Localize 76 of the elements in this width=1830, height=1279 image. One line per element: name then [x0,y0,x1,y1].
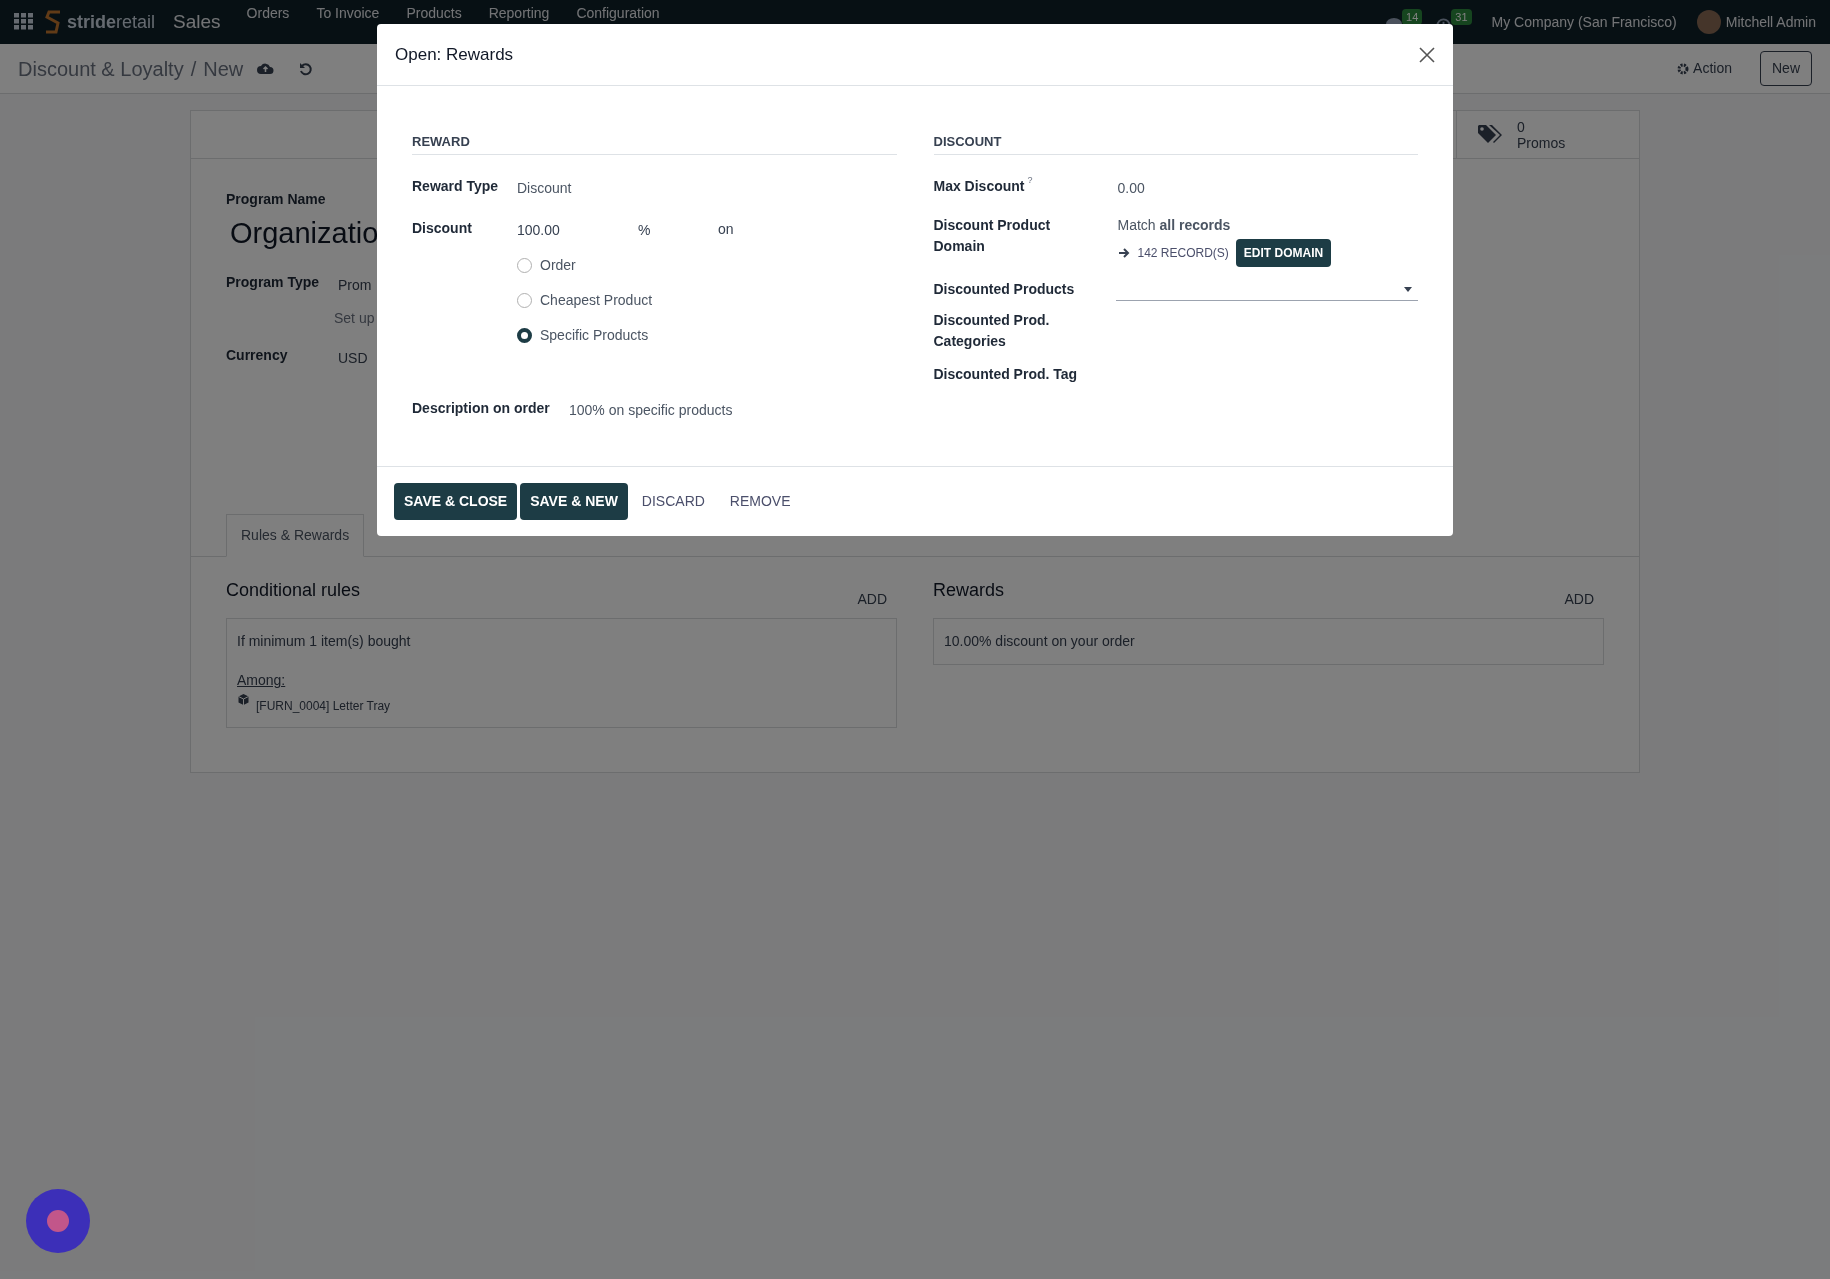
field-label: on [718,219,734,239]
tab[interactable]: Rules & Rewards [226,514,365,557]
radio-button[interactable] [517,257,532,273]
help-mark[interactable]: ? [1027,173,1033,187]
breadcrumb-current: New [203,56,244,82]
close-icon[interactable] [1419,46,1435,63]
cloud-upload-icon[interactable] [257,62,275,75]
field-label: Discounted Prod. Tag [933,364,1079,384]
gear-icon [1677,62,1690,75]
unit-label[interactable]: % [638,219,718,241]
tags-icon [1477,123,1503,146]
menu-item[interactable]: Products [406,5,462,21]
domain-summary: Match all records [1117,215,1232,235]
field-value: USD [338,348,368,368]
reward-card[interactable]: 10.00% discount on your order [933,618,1604,665]
notification-badge: 31 [1451,8,1472,26]
section-heading: REWARD [412,132,897,155]
radio-label[interactable]: Specific Products [540,324,649,346]
promos-stat-button[interactable]: 0 Promos [1456,111,1639,158]
section-heading: DISCOUNT [933,132,1418,155]
breadcrumb-separator: / [190,56,197,82]
add-link[interactable]: ADD [857,589,887,610]
new-button[interactable]: New [1760,51,1812,86]
field-value: Prom [338,275,373,295]
avatar [1696,10,1721,34]
apps-grid-icon[interactable] [14,13,34,31]
user-name[interactable]: Mitchell Admin [1725,11,1816,33]
radio-label[interactable]: Cheapest Product [540,289,653,311]
records-link[interactable]: 142 RECORD(S) [1137,243,1229,262]
company-name[interactable]: My Company (San Francisco) [1491,11,1677,33]
field-value[interactable]: 0.00 [1117,177,1145,199]
rule-text: If minimum 1 item(s) bought [237,632,412,651]
box-icon [237,693,250,706]
dialog-button[interactable]: SAVE & CLOSE [394,483,518,520]
add-link[interactable]: ADD [1564,589,1594,610]
field-label: Discount Product Domain [933,215,1052,256]
action-button[interactable]: Action [1677,58,1732,79]
dialog-title: Open: Rewards [395,43,514,66]
field-value[interactable]: 100% on specific products [569,399,733,421]
dialog-link-button[interactable]: REMOVE [718,483,802,520]
radio-button[interactable] [517,292,532,308]
field-hint: Set up [334,308,375,328]
section-title: Conditional rules [226,579,361,602]
app-name[interactable]: Sales [173,7,221,37]
field-label: Discount [412,218,473,238]
caret-icon [1404,286,1412,292]
field-label: Description on order [412,398,551,418]
arrow-right-icon [1117,246,1130,259]
section-title: Rewards [933,579,1005,602]
discount-value[interactable]: 100.00 [517,219,638,241]
field-label: Program Name [226,190,327,209]
stat-label: Promos [1517,134,1566,151]
undo-icon[interactable] [299,61,314,76]
field-label: Reward Type [412,176,500,196]
field-label: Currency [226,345,289,365]
brand-name: strideretail [67,10,156,34]
dialog-button[interactable]: SAVE & NEW [520,483,628,520]
rule-card[interactable]: If minimum 1 item(s) bought Among: [FURN_0004] Letter Tray [226,618,897,728]
dialog-link-button[interactable]: DISCARD [630,483,716,520]
radio-label[interactable]: Order [540,254,576,276]
among-label: Among: [237,671,287,690]
menu-item[interactable]: Configuration [576,5,660,21]
radio-button[interactable] [517,327,532,343]
menu-item[interactable]: To Invoice [316,5,380,21]
field-label: Discounted Products [933,279,1076,299]
menu-item[interactable]: Orders [246,5,290,21]
breadcrumb-link[interactable]: Discount & Loyalty [18,53,184,84]
field-label: Discounted Prod. Categories [933,310,1051,351]
edit-domain-button[interactable]: EDIT DOMAIN [1235,238,1332,267]
field-label: Max Discount [933,176,1025,196]
menu-item[interactable]: Reporting [488,5,550,21]
stat-value: 0 [1517,118,1526,135]
field-label: Program Type [226,272,321,292]
field-value: Discount [517,178,572,198]
product-name: [FURN_0004] Letter Tray [256,698,391,715]
program-name: Organizatio [230,216,379,251]
